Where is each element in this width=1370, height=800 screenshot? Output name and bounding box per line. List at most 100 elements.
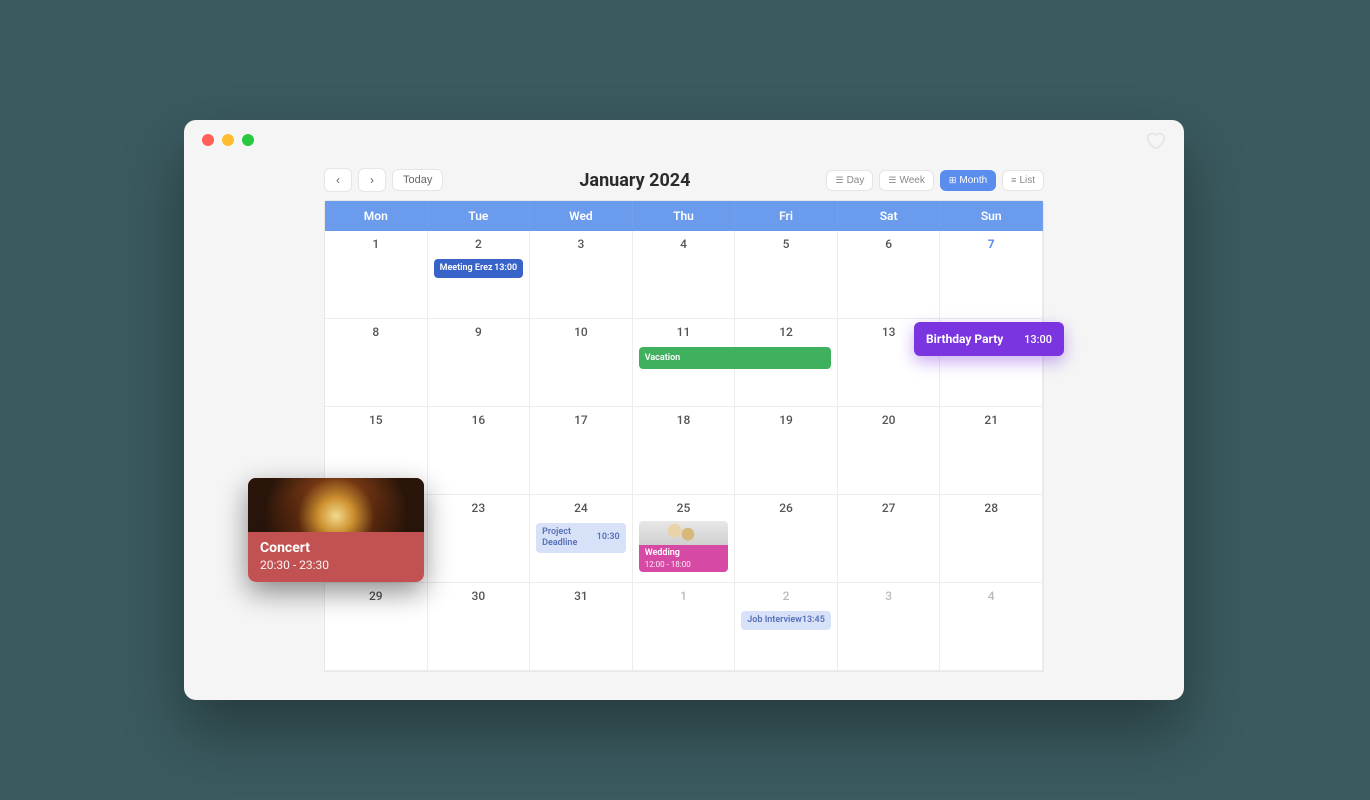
day-number: 9 [436, 325, 522, 339]
day-cell[interactable]: 3 [530, 231, 633, 319]
day-number: 26 [743, 501, 829, 515]
day-header: Mon [325, 201, 428, 231]
day-cell[interactable]: 24Project Deadline10:30 [530, 495, 633, 583]
today-button[interactable]: Today [392, 169, 443, 191]
day-number: 3 [538, 237, 624, 251]
day-number: 11 [641, 325, 727, 339]
view-day-button[interactable]: ☰Day [826, 170, 873, 191]
event-concert-card[interactable]: Concert 20:30 - 23:30 [248, 478, 424, 582]
event-label: Project Deadline [542, 527, 597, 549]
event-label: Meeting Erez [440, 263, 493, 274]
event-meeting[interactable]: Meeting Erez13:00 [434, 259, 524, 278]
day-number: 4 [948, 589, 1034, 603]
day-cell[interactable]: 3 [838, 583, 941, 671]
event-wedding[interactable]: Wedding12:00 - 18:00 [639, 545, 729, 572]
week-icon: ☰ [888, 175, 896, 186]
day-header: Wed [530, 201, 633, 231]
event-birthday-card[interactable]: Birthday Party 13:00 [914, 322, 1064, 356]
day-number: 28 [948, 501, 1034, 515]
day-cell[interactable]: 27 [838, 495, 941, 583]
calendar-title: January 2024 [579, 170, 690, 191]
day-header: Sun [940, 201, 1043, 231]
day-cell[interactable]: 1 [633, 583, 736, 671]
day-number: 1 [333, 237, 419, 251]
list-icon: ≡ [1011, 175, 1016, 185]
view-week-button[interactable]: ☰Week [879, 170, 933, 191]
day-number: 7 [948, 237, 1034, 251]
day-header: Tue [428, 201, 531, 231]
day-cell[interactable]: 18 [633, 407, 736, 495]
event-label: Job Interview [747, 615, 802, 626]
day-cell[interactable]: 25 Wedding12:00 - 18:00 [633, 495, 736, 583]
day-cell[interactable]: 16 [428, 407, 531, 495]
day-cell[interactable]: 2Meeting Erez13:00 [428, 231, 531, 319]
day-cell[interactable]: 20 [838, 407, 941, 495]
day-cell[interactable]: 28 [940, 495, 1043, 583]
day-header: Fri [735, 201, 838, 231]
view-list-button[interactable]: ≡List [1002, 170, 1044, 191]
day-number: 31 [538, 589, 624, 603]
day-cell[interactable]: 30 [428, 583, 531, 671]
wedding-image[interactable] [639, 521, 729, 545]
event-time: 12:00 - 18:00 [645, 560, 691, 570]
day-cell[interactable]: 8 [325, 319, 428, 407]
day-cell[interactable]: 4 [633, 231, 736, 319]
day-cell[interactable]: 26 [735, 495, 838, 583]
month-grid: 12Meeting Erez13:0034567891011Vacation12… [325, 231, 1043, 671]
day-number: 25 [641, 501, 727, 515]
day-cell[interactable]: 23 [428, 495, 531, 583]
minimize-icon[interactable] [222, 134, 234, 146]
day-number: 19 [743, 413, 829, 427]
day-number: 18 [641, 413, 727, 427]
day-cell[interactable]: 9 [428, 319, 531, 407]
day-cell[interactable]: 2 Job Interview13:45 [735, 583, 838, 671]
day-number: 23 [436, 501, 522, 515]
event-label: Vacation [645, 353, 681, 364]
day-cell[interactable]: 10 [530, 319, 633, 407]
day-number: 17 [538, 413, 624, 427]
day-number: 16 [436, 413, 522, 427]
event-time: 20:30 - 23:30 [260, 558, 412, 572]
day-cell[interactable]: 7 [940, 231, 1043, 319]
chevron-left-icon: ‹ [336, 173, 340, 187]
calendar-grid: MonTueWedThuFriSatSun 12Meeting Erez13:0… [324, 200, 1044, 672]
day-cell[interactable]: 1 [325, 231, 428, 319]
day-number: 15 [333, 413, 419, 427]
month-icon: ⊞ [949, 175, 957, 186]
day-cell[interactable]: 21 [940, 407, 1043, 495]
day-cell[interactable]: 6 [838, 231, 941, 319]
day-cell[interactable]: 4 [940, 583, 1043, 671]
event-job-interview[interactable]: Job Interview13:45 [741, 611, 831, 630]
day-cell[interactable]: 31 [530, 583, 633, 671]
window-controls [202, 134, 254, 146]
day-cell[interactable]: 19 [735, 407, 838, 495]
day-cell[interactable]: 17 [530, 407, 633, 495]
day-header: Thu [633, 201, 736, 231]
maximize-icon[interactable] [242, 134, 254, 146]
day-number: 20 [846, 413, 932, 427]
window-titlebar [184, 120, 1184, 160]
day-number: 4 [641, 237, 727, 251]
heart-icon [1144, 129, 1166, 151]
view-month-button[interactable]: ⊞Month [940, 170, 996, 191]
calendar-toolbar: ‹ › Today January 2024 ☰Day ☰Week ⊞Month… [184, 160, 1184, 200]
event-deadline[interactable]: Project Deadline10:30 [536, 523, 626, 553]
day-cell[interactable]: 29 [325, 583, 428, 671]
day-number: 5 [743, 237, 829, 251]
day-icon: ☰ [835, 175, 843, 186]
next-button[interactable]: › [358, 168, 386, 192]
day-cell[interactable]: 5 [735, 231, 838, 319]
day-number: 21 [948, 413, 1034, 427]
day-number: 3 [846, 589, 932, 603]
day-header: Sat [838, 201, 941, 231]
prev-button[interactable]: ‹ [324, 168, 352, 192]
event-label: Wedding [645, 548, 680, 559]
day-number: 12 [743, 325, 829, 339]
day-cell[interactable]: 12 [735, 319, 838, 407]
day-number: 1 [641, 589, 727, 603]
day-number: 30 [436, 589, 522, 603]
day-number: 2 [743, 589, 829, 603]
event-time: 13:45 [802, 615, 825, 626]
close-icon[interactable] [202, 134, 214, 146]
day-cell[interactable]: 11 Vacation [633, 319, 736, 407]
